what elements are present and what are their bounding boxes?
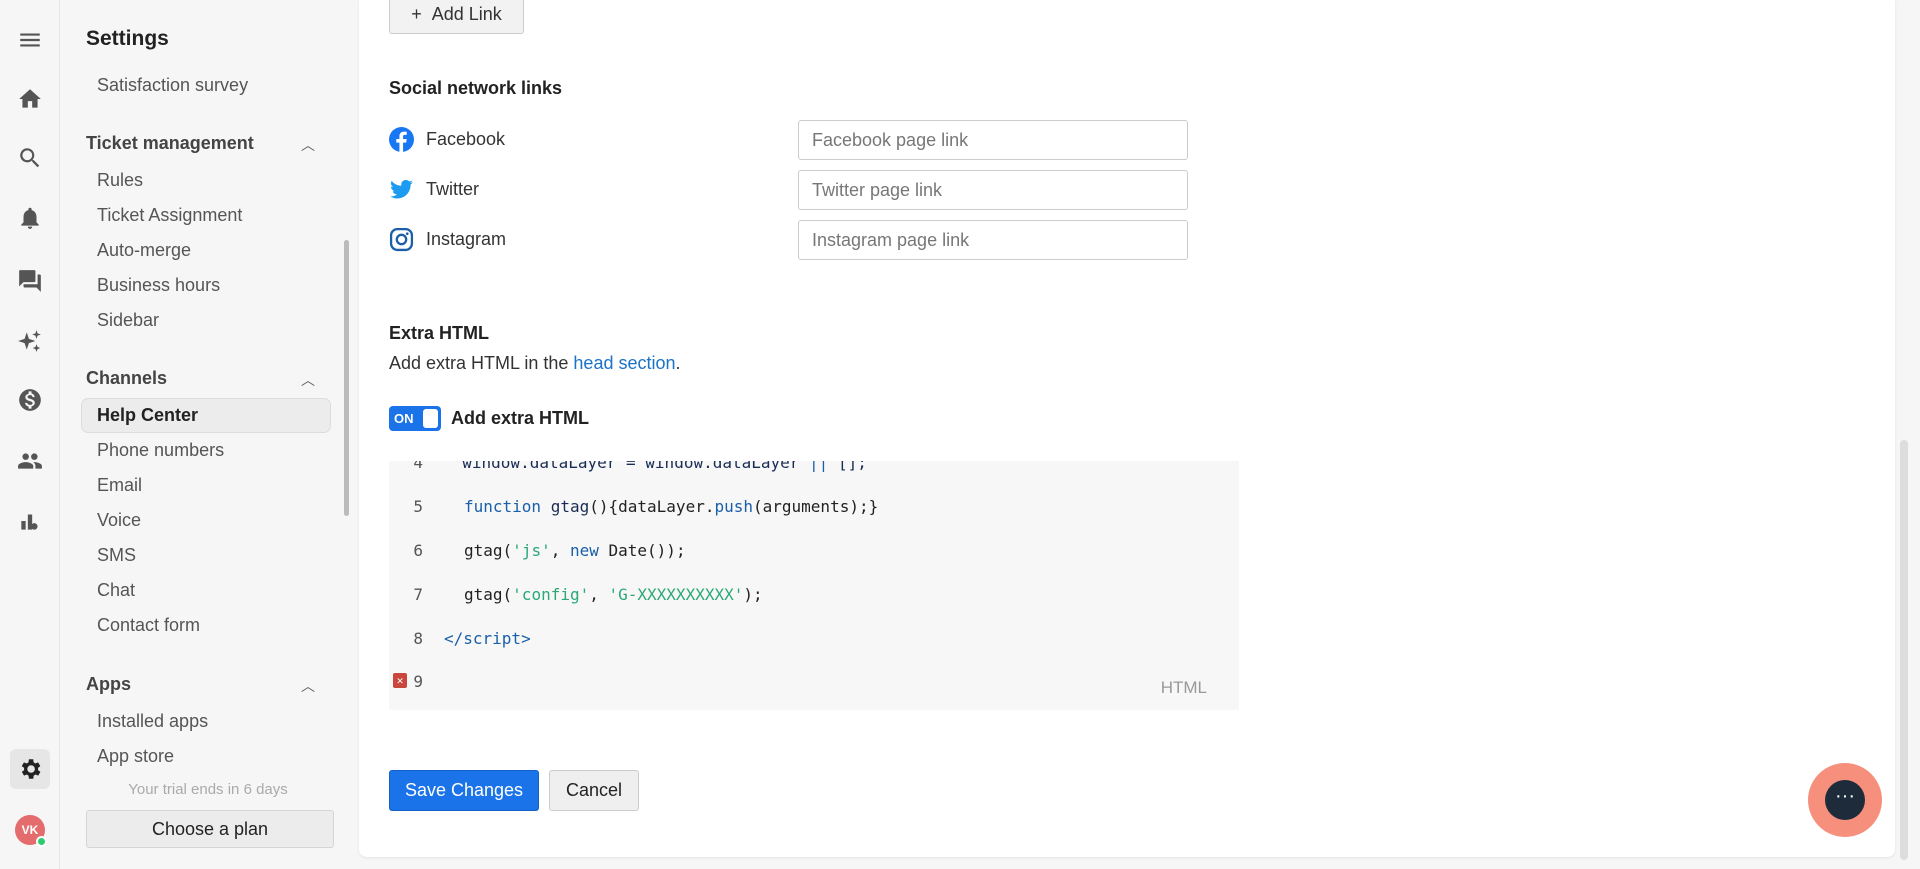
head-section-link[interactable]: head section — [573, 353, 675, 373]
twitter-label: Twitter — [426, 179, 480, 199]
people-icon[interactable] — [14, 445, 46, 477]
line-number: 6 — [413, 541, 423, 560]
code-line: window.dataLayer = window.dataLayer || [… — [462, 461, 867, 472]
main-content: + Add Link Social network links Facebook … — [359, 0, 1895, 857]
line-number: 7 — [413, 585, 423, 604]
plus-icon: + — [411, 3, 422, 24]
instagram-icon — [389, 227, 414, 252]
chevron-up-icon[interactable]: ︿ — [301, 676, 315, 696]
choose-plan-button[interactable]: Choose a plan — [86, 810, 334, 848]
sidebar-item-phone-numbers[interactable]: Phone numbers — [97, 440, 224, 461]
line-number: 8 — [413, 629, 423, 648]
sidebar-item-installed-apps[interactable]: Installed apps — [97, 711, 208, 732]
chat-bubble-icon: ··· — [1825, 780, 1865, 820]
trial-notice: Your trial ends in 6 days — [128, 781, 288, 798]
line-number: 4 — [413, 461, 423, 472]
add-link-button[interactable]: + Add Link — [389, 0, 524, 34]
facebook-icon — [389, 127, 414, 152]
menu-icon[interactable] — [14, 24, 46, 56]
code-line: gtag('js', new Date()); — [464, 541, 686, 560]
online-status-dot — [36, 836, 47, 847]
save-changes-button[interactable]: Save Changes — [389, 770, 539, 811]
chat-widget-button[interactable]: ··· — [1808, 763, 1882, 837]
chat-icon[interactable] — [14, 265, 46, 297]
facebook-link-input[interactable] — [798, 120, 1188, 160]
section-apps[interactable]: Apps — [86, 674, 131, 695]
chevron-up-icon[interactable]: ︿ — [301, 370, 315, 390]
twitter-label-row: Twitter — [389, 177, 479, 202]
toggle-label: Add extra HTML — [451, 408, 590, 428]
instagram-link-input[interactable] — [798, 220, 1188, 260]
bell-icon[interactable] — [14, 202, 46, 234]
facebook-label-row: Facebook — [389, 127, 505, 152]
chevron-up-icon[interactable]: ︿ — [301, 135, 315, 155]
sidebar-scrollbar[interactable] — [344, 240, 349, 516]
social-links-heading: Social network links — [389, 78, 563, 98]
sidebar-item-sidebar[interactable]: Sidebar — [97, 310, 159, 331]
cancel-button[interactable]: Cancel — [549, 770, 639, 811]
section-channels[interactable]: Channels — [86, 368, 167, 389]
description-period: . — [675, 353, 681, 373]
avatar-initials: VK — [21, 823, 39, 837]
code-editor[interactable]: 4 window.dataLayer = window.dataLayer ||… — [389, 461, 1239, 710]
instagram-label: Instagram — [426, 229, 507, 249]
sidebar-item-satisfaction-survey[interactable]: Satisfaction survey — [97, 75, 248, 96]
sidebar-title: Settings — [86, 27, 169, 50]
twitter-icon — [390, 179, 413, 199]
chart-icon[interactable] — [14, 505, 46, 537]
sidebar-item-sms[interactable]: SMS — [97, 545, 136, 566]
sidebar-item-help-center[interactable]: Help Center — [97, 405, 198, 426]
dollar-icon[interactable] — [14, 384, 46, 416]
sidebar-item-auto-merge[interactable]: Auto-merge — [97, 240, 191, 261]
extra-html-heading: Extra HTML — [389, 323, 490, 343]
sidebar-item-email[interactable]: Email — [97, 475, 142, 496]
code-line: </script> — [444, 629, 531, 648]
page-scrollbar[interactable] — [1900, 440, 1908, 860]
sidebar-item-ticket-assignment[interactable]: Ticket Assignment — [97, 205, 242, 226]
section-ticket-management[interactable]: Ticket management — [86, 133, 254, 154]
sidebar-item-voice[interactable]: Voice — [97, 510, 141, 531]
code-line: gtag('config', 'G-XXXXXXXXXX'); — [464, 585, 763, 604]
sidebar-item-business-hours[interactable]: Business hours — [97, 275, 220, 296]
toggle-knob — [423, 409, 438, 428]
add-link-label: Add Link — [431, 3, 502, 24]
sidebar-item-rules[interactable]: Rules — [97, 170, 143, 191]
avatar[interactable]: VK — [15, 815, 47, 847]
settings-sidebar: Settings Satisfaction survey Ticket mana… — [61, 0, 355, 869]
sidebar-item-contact-form[interactable]: Contact form — [97, 615, 200, 636]
sparkle-icon[interactable] — [14, 325, 46, 357]
line-number: 9 — [413, 672, 423, 691]
sidebar-item-app-store[interactable]: App store — [97, 746, 174, 767]
code-line: function gtag(){dataLayer.push(arguments… — [464, 497, 879, 516]
instagram-label-row: Instagram — [389, 227, 506, 252]
facebook-label: Facebook — [426, 129, 506, 149]
description-text: Add extra HTML in the — [389, 353, 574, 373]
toggle-state: ON — [394, 411, 414, 426]
line-number: 5 — [413, 497, 423, 516]
search-icon[interactable] — [14, 142, 46, 174]
extra-html-toggle[interactable]: ON — [389, 406, 441, 431]
icon-rail: VK — [0, 0, 60, 869]
gear-icon[interactable] — [10, 749, 50, 789]
home-icon[interactable] — [14, 83, 46, 115]
code-language-label: HTML — [1160, 678, 1207, 697]
sidebar-item-chat[interactable]: Chat — [97, 580, 135, 601]
extra-html-description: Add extra HTML in the head section. — [389, 353, 681, 374]
twitter-link-input[interactable] — [798, 170, 1188, 210]
